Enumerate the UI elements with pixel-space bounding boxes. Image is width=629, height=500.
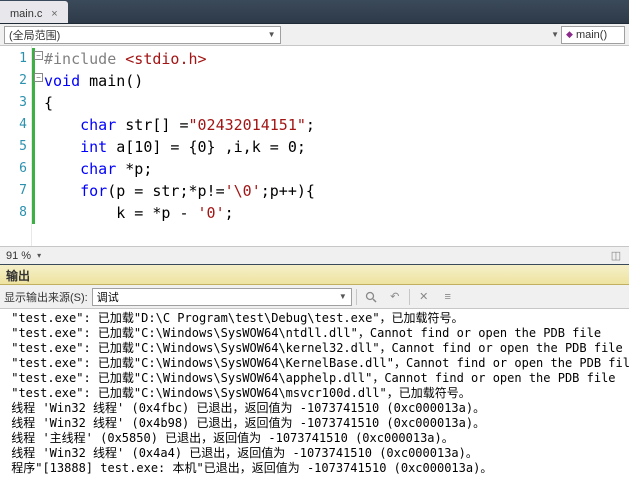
output-line: "test.exe": 已加载"C:\Windows\SysWOW64\Kern… bbox=[4, 356, 625, 371]
output-line: "test.exe": 已加载"C:\Windows\SysWOW64\msvc… bbox=[4, 386, 625, 401]
wrap-button[interactable]: ≡ bbox=[438, 287, 458, 307]
output-toolbar: 显示输出来源(S): 调试 ▼ ↶ ✕ ≡ bbox=[0, 285, 629, 309]
chevron-down-icon[interactable]: ▼ bbox=[551, 30, 559, 39]
line-number: 8 bbox=[0, 202, 27, 224]
tab-label: main.c bbox=[10, 8, 42, 20]
output-line: 线程 'Win32 线程' (0x4a4) 已退出，返回值为 -10737415… bbox=[4, 446, 625, 461]
chevron-down-icon: ▼ bbox=[339, 292, 347, 301]
output-line: "test.exe": 已加载"D:\C Program\test\Debug\… bbox=[4, 311, 625, 326]
line-number: 1 bbox=[0, 48, 27, 70]
editor-footer: 91 % ▾ ◫ bbox=[0, 246, 629, 264]
function-label: main() bbox=[576, 29, 607, 41]
find-button[interactable] bbox=[361, 287, 381, 307]
scope-bar: (全局范围) ▼ ▼ ◆ main() bbox=[0, 24, 629, 46]
line-number: 4 bbox=[0, 114, 27, 136]
code-line[interactable]: #include <stdio.h> bbox=[44, 48, 629, 70]
scope-dropdown[interactable]: (全局范围) ▼ bbox=[4, 26, 281, 44]
code-line[interactable]: { bbox=[44, 92, 629, 114]
chevron-down-icon[interactable]: ▾ bbox=[37, 251, 41, 260]
fold-column: − − bbox=[32, 46, 44, 246]
close-icon[interactable]: × bbox=[48, 8, 60, 20]
source-dropdown[interactable]: 调试 ▼ bbox=[92, 288, 352, 306]
output-line: "test.exe": 已加载"C:\Windows\SysWOW64\kern… bbox=[4, 341, 625, 356]
tab-bar: main.c × bbox=[0, 0, 629, 24]
line-number: 2 bbox=[0, 70, 27, 92]
output-line: 线程 '主线程' (0x5850) 已退出，返回值为 -1073741510 (… bbox=[4, 431, 625, 446]
clear-button[interactable]: ✕ bbox=[414, 287, 434, 307]
code-line[interactable]: for(p = str;*p!='\0';p++){ bbox=[44, 180, 629, 202]
scope-label: (全局范围) bbox=[9, 27, 60, 43]
code-line[interactable]: int a[10] = {0} ,i,k = 0; bbox=[44, 136, 629, 158]
output-line: 线程 'Win32 线程' (0x4b98) 已退出，返回值为 -1073741… bbox=[4, 416, 625, 431]
code-editor[interactable]: 12345678 − − #include <stdio.h>void main… bbox=[0, 46, 629, 246]
split-icon[interactable]: ◫ bbox=[609, 249, 623, 263]
code-body[interactable]: #include <stdio.h>void main(){ char str[… bbox=[44, 46, 629, 246]
line-number: 5 bbox=[0, 136, 27, 158]
output-line: 程序"[13888] test.exe: 本机"已退出，返回值为 -107374… bbox=[4, 461, 625, 476]
line-number: 6 bbox=[0, 158, 27, 180]
output-line: 线程 'Win32 线程' (0x4fbc) 已退出，返回值为 -1073741… bbox=[4, 401, 625, 416]
zoom-level[interactable]: 91 % bbox=[6, 250, 31, 262]
code-line[interactable]: k = *p - '0'; bbox=[44, 202, 629, 224]
line-number: 3 bbox=[0, 92, 27, 114]
line-gutter: 12345678 bbox=[0, 46, 32, 246]
code-line[interactable]: char *p; bbox=[44, 158, 629, 180]
function-icon: ◆ bbox=[566, 29, 573, 40]
chevron-down-icon: ▼ bbox=[268, 30, 276, 39]
output-line: "test.exe": 已加载"C:\Windows\SysWOW64\ntdl… bbox=[4, 326, 625, 341]
fold-toggle[interactable]: − bbox=[34, 73, 43, 82]
output-panel: 输出 显示输出来源(S): 调试 ▼ ↶ ✕ ≡ "test.exe": 已加载… bbox=[0, 264, 629, 500]
file-tab[interactable]: main.c × bbox=[0, 1, 68, 23]
previous-button[interactable]: ↶ bbox=[385, 287, 405, 307]
fold-toggle[interactable]: − bbox=[34, 51, 43, 60]
source-label: 显示输出来源(S): bbox=[4, 289, 88, 305]
output-body[interactable]: "test.exe": 已加载"D:\C Program\test\Debug\… bbox=[0, 309, 629, 500]
line-number: 7 bbox=[0, 180, 27, 202]
function-dropdown[interactable]: ◆ main() bbox=[561, 26, 625, 44]
output-title: 输出 bbox=[0, 265, 629, 285]
output-line: "test.exe": 已加载"C:\Windows\SysWOW64\apph… bbox=[4, 371, 625, 386]
source-value: 调试 bbox=[97, 289, 119, 305]
code-line[interactable]: void main() bbox=[44, 70, 629, 92]
code-line[interactable]: char str[] ="02432014151"; bbox=[44, 114, 629, 136]
